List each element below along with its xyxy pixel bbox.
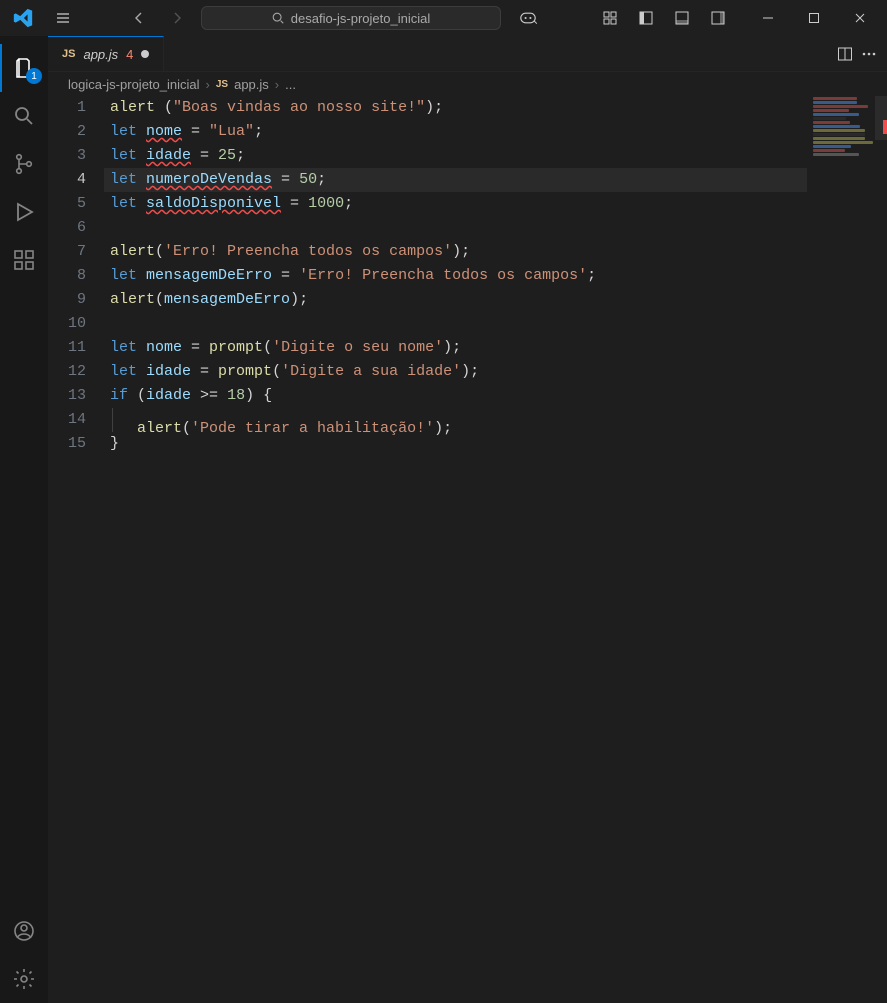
minimap-line <box>813 113 859 116</box>
line-number: 8 <box>48 264 86 288</box>
nav-back-button[interactable] <box>125 4 153 32</box>
code-line[interactable] <box>104 312 887 336</box>
minimap-line <box>813 141 873 144</box>
line-number-gutter: 123456789101112131415 <box>48 96 104 1003</box>
code-line[interactable]: alert(mensagemDeErro); <box>104 288 887 312</box>
breadcrumbs[interactable]: logica-js-projeto_inicial › JS app.js › … <box>48 72 887 96</box>
code-line[interactable]: let nome = "Lua"; <box>104 120 887 144</box>
minimap-line <box>813 153 859 156</box>
code-line[interactable]: let saldoDisponivel = 1000; <box>104 192 887 216</box>
tab-dirty-icon <box>141 50 149 58</box>
toggle-panel-icon[interactable] <box>665 0 699 36</box>
line-number: 11 <box>48 336 86 360</box>
toggle-sidebar-icon[interactable] <box>629 0 663 36</box>
line-number: 1 <box>48 96 86 120</box>
minimap-line <box>813 121 850 124</box>
line-number: 3 <box>48 144 86 168</box>
activity-accounts[interactable] <box>0 907 48 955</box>
line-number: 12 <box>48 360 86 384</box>
minimap[interactable] <box>807 96 887 1003</box>
editor-tabs: JS app.js 4 <box>48 36 887 72</box>
chevron-right-icon: › <box>275 77 279 92</box>
title-bar: desafio-js-projeto_inicial <box>0 0 887 36</box>
tab-more-button[interactable] <box>861 46 877 62</box>
minimap-line <box>813 125 860 128</box>
minimap-line <box>813 145 851 148</box>
code-editor[interactable]: 123456789101112131415 alert ("Boas vinda… <box>48 96 887 1003</box>
tab-filename: app.js <box>83 47 118 62</box>
js-file-icon: JS <box>62 48 75 60</box>
window-minimize-button[interactable] <box>745 0 791 36</box>
code-line[interactable]: alert ("Boas vindas ao nosso site!"); <box>104 96 887 120</box>
minimap-line <box>813 109 849 112</box>
code-line[interactable]: let nome = prompt('Digite o seu nome'); <box>104 336 887 360</box>
code-line[interactable]: if (idade >= 18) { <box>104 384 887 408</box>
breadcrumb-more[interactable]: ... <box>285 77 296 92</box>
line-number: 5 <box>48 192 86 216</box>
minimap-line <box>813 133 865 136</box>
tab-error-count: 4 <box>126 47 133 62</box>
activity-search[interactable] <box>0 92 48 140</box>
minimap-line <box>813 105 868 108</box>
nav-forward-button[interactable] <box>163 4 191 32</box>
code-line[interactable]: let mensagemDeErro = 'Erro! Preencha tod… <box>104 264 887 288</box>
activity-source-control[interactable] <box>0 140 48 188</box>
code-content[interactable]: alert ("Boas vindas ao nosso site!");let… <box>104 96 887 1003</box>
code-line[interactable]: alert('Pode tirar a habilitação!'); <box>104 408 887 432</box>
split-editor-button[interactable] <box>837 46 853 62</box>
menu-button[interactable] <box>46 0 80 36</box>
activity-run-debug[interactable] <box>0 188 48 236</box>
toggle-secondary-sidebar-icon[interactable] <box>701 0 735 36</box>
code-line[interactable]: let idade = 25; <box>104 144 887 168</box>
code-line[interactable]: alert('Erro! Preencha todos os campos'); <box>104 240 887 264</box>
line-number: 15 <box>48 432 86 456</box>
line-number: 6 <box>48 216 86 240</box>
line-number: 2 <box>48 120 86 144</box>
minimap-line <box>813 97 857 100</box>
layout-customize-icon[interactable] <box>593 0 627 36</box>
search-text: desafio-js-projeto_inicial <box>291 11 430 26</box>
explorer-badge: 1 <box>26 68 42 84</box>
line-number: 7 <box>48 240 86 264</box>
window-close-button[interactable] <box>837 0 883 36</box>
line-number: 14 <box>48 408 86 432</box>
scrollbar-error-marker <box>883 120 887 134</box>
code-line[interactable]: let idade = prompt('Digite a sua idade')… <box>104 360 887 384</box>
line-number: 4 <box>48 168 86 192</box>
copilot-button[interactable] <box>511 0 545 36</box>
minimap-line <box>813 129 865 132</box>
minimap-line <box>813 149 845 152</box>
chevron-right-icon: › <box>206 77 210 92</box>
js-file-icon: JS <box>216 79 228 90</box>
minimap-line <box>813 137 865 140</box>
code-line[interactable]: let numeroDeVendas = 50; <box>104 168 887 192</box>
vscode-logo-icon <box>12 7 34 29</box>
command-center-search[interactable]: desafio-js-projeto_inicial <box>201 6 501 30</box>
tab-app-js[interactable]: JS app.js 4 <box>48 36 164 71</box>
breadcrumb-folder[interactable]: logica-js-projeto_inicial <box>68 77 200 92</box>
activity-explorer[interactable]: 1 <box>0 44 48 92</box>
line-number: 9 <box>48 288 86 312</box>
code-line[interactable] <box>104 216 887 240</box>
minimap-line <box>813 101 857 104</box>
activity-extensions[interactable] <box>0 236 48 284</box>
minimap-line <box>813 117 846 120</box>
line-number: 13 <box>48 384 86 408</box>
activity-settings[interactable] <box>0 955 48 1003</box>
activity-bar: 1 <box>0 36 48 1003</box>
window-maximize-button[interactable] <box>791 0 837 36</box>
line-number: 10 <box>48 312 86 336</box>
breadcrumb-file[interactable]: app.js <box>234 77 269 92</box>
